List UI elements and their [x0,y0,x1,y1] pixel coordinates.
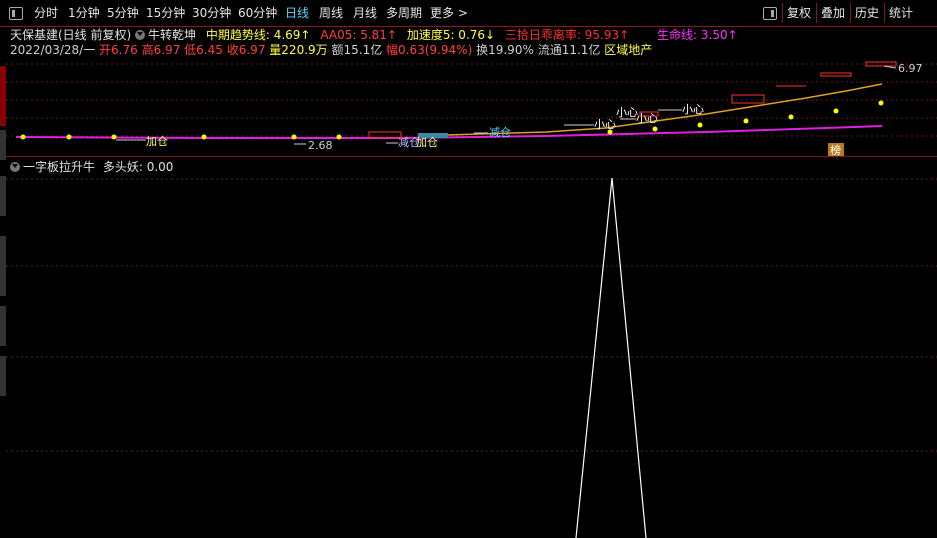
indicator-info-row: 天保基建(日线 前复权) 牛转乾坤 中期趋势线: 4.69↑ AA05: 5.8… [10,27,738,43]
chart-divider [6,156,937,157]
tab-30min[interactable]: 30分钟 [192,4,231,22]
life-line-value: 生命线: 3.50↑ [657,28,738,42]
duotouyao-value: 多头妖: 0.00 [102,160,174,174]
tab-weekly[interactable]: 周线 [319,4,343,22]
mid-trend-value: 中期趋势线: 4.69↑ [205,28,311,42]
panel-toggle-icon[interactable] [9,7,23,20]
quote-info-row: 2022/03/28/一 开6.76 高6.97 低6.45 收6.97 量22… [10,42,652,58]
high-price: 高6.97 [141,43,181,57]
tab-1min[interactable]: 1分钟 [68,4,100,22]
lower-indicator-title[interactable]: 一字板拉升牛 [23,160,95,174]
tab-monthly[interactable]: 月线 [353,4,377,22]
history-button[interactable]: 历史 [850,3,883,23]
turnover: 换19.90% [476,43,534,57]
indicator-dropdown-icon[interactable] [10,162,20,172]
open-price: 开6.76 [99,43,138,57]
period-toolbar: 分时 1分钟 5分钟 15分钟 30分钟 60分钟 日线 周线 月线 多周期 更… [0,0,937,27]
fuquan-button[interactable]: 复权 [782,3,815,23]
duotouyao-line [575,177,647,538]
annotation-xiaoxin-3: 小心 [682,103,704,116]
more-menu[interactable]: 更多 > [430,4,468,22]
sector-link[interactable]: 区域地产 [604,43,652,57]
tab-fenshi[interactable]: 分时 [34,4,58,22]
stock-name: 天保基建(日线 前复权) [10,28,132,42]
annotation-xiaoxin-1: 小心 [594,118,616,131]
lower-indicator-header: 一字板拉升牛 多头妖: 0.00 [10,159,173,175]
low-price: 低6.45 [184,43,223,57]
accel-value: 加速度5: 0.76↓ [406,28,496,42]
annotation-jiancang-1: 减仓 [489,125,511,139]
volume: 量220.9万 [269,43,328,57]
tab-daily[interactable]: 日线 [285,4,309,22]
annotation-jiacang-1: 加仓 [146,134,168,148]
annotation-jiancang-2: 减仓 [398,135,420,149]
annotation-xiaoxin-2: 小心 [636,112,658,125]
tab-multi-period[interactable]: 多周期 [386,4,422,22]
quote-date: 2022/03/28/一 [10,43,96,57]
tab-60min[interactable]: 60分钟 [238,4,277,22]
amount: 额15.1亿 [331,43,383,57]
change: 幅0.63(9.94%) [386,43,473,57]
aa05-value: AA05: 5.81↑ [320,28,397,42]
annotation-xiaoxin-4: 小心 [616,106,638,119]
bang-label: 榜 [830,143,841,156]
tab-15min[interactable]: 15分钟 [146,4,185,22]
indicator-name[interactable]: 牛转乾坤 [148,28,196,42]
price-chart[interactable]: 加仓 减仓 小心 小心 小心 加仓 减仓 小心 榜 6.97 2.68 [6,58,937,156]
bias-value: 三拾日乖离率: 95.93↑ [504,28,630,42]
tab-5min[interactable]: 5分钟 [107,4,139,22]
close-price: 收6.97 [226,43,266,57]
high-price-label: 6.97 [898,62,923,75]
stats-button[interactable]: 统计 [884,3,937,23]
low-price-label: 2.68 [308,139,333,152]
overlay-button[interactable]: 叠加 [816,3,849,23]
indicator-dropdown-icon[interactable] [135,30,146,40]
collapse-icon[interactable] [763,7,777,20]
lower-indicator-chart[interactable] [6,175,937,538]
float-cap: 流通11.1亿 [537,43,601,57]
